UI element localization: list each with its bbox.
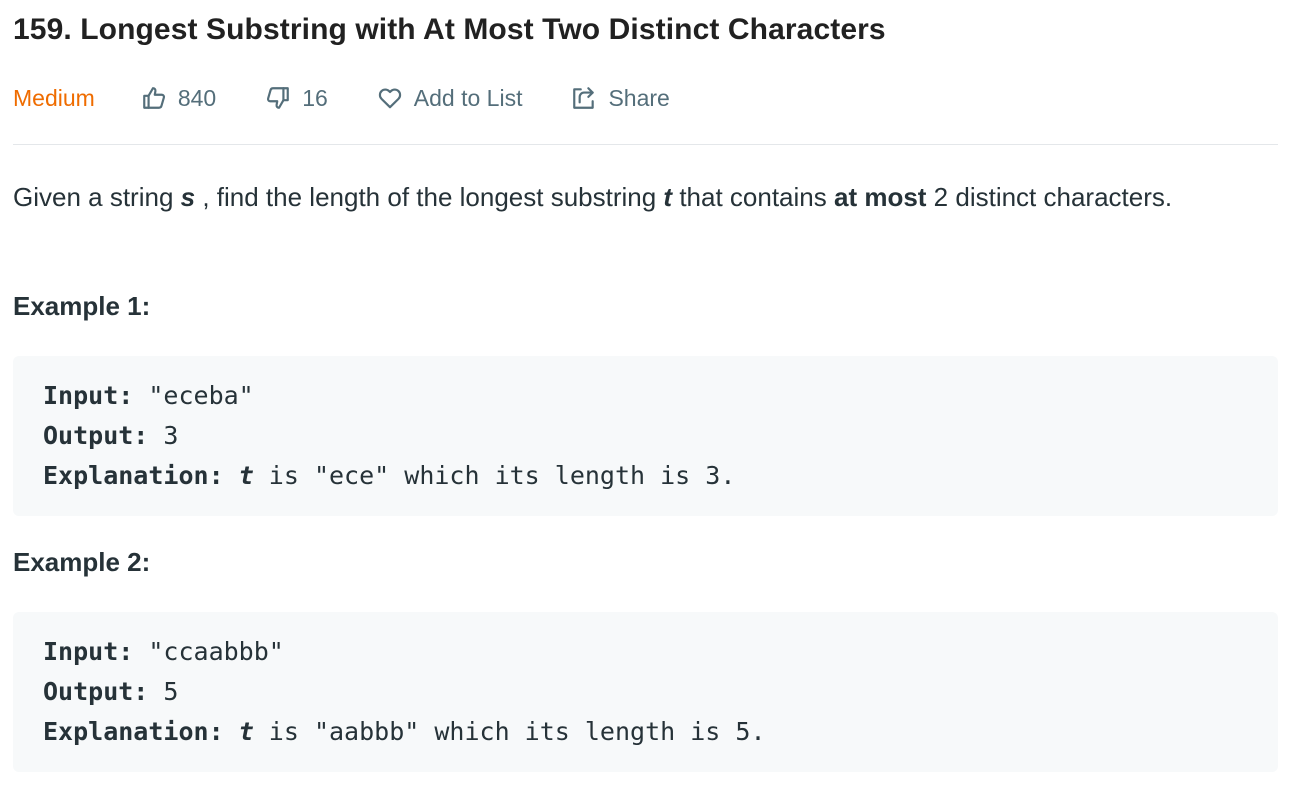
example-2-heading: Example 2: bbox=[13, 547, 151, 577]
problem-meta-bar: Medium 840 16 Add to List Share bbox=[13, 80, 718, 116]
explanation-text: is "ece" which its length is 3. bbox=[253, 461, 736, 490]
problem-description: Given a string s , find the length of th… bbox=[13, 176, 1243, 218]
thumbs-down-icon bbox=[264, 84, 292, 112]
example-2-code-block: Input: "ccaabbb" Output: 5 Explanation: t … bbox=[13, 612, 1278, 772]
variable-s: s bbox=[180, 182, 196, 212]
input-value: "ccaabbb" bbox=[133, 637, 284, 666]
dislike-count: 16 bbox=[302, 84, 328, 111]
example-1-input-line: Input: "eceba" bbox=[43, 376, 1248, 416]
example-1-explanation-line: Explanation: t is "ece" which its length… bbox=[43, 456, 1248, 496]
difficulty-label: Medium bbox=[13, 84, 95, 111]
example-1-output-line: Output: 3 bbox=[43, 416, 1248, 456]
output-label: Output: bbox=[43, 677, 149, 706]
thumbs-up-icon bbox=[140, 84, 168, 112]
like-button[interactable]: 840 bbox=[140, 84, 216, 112]
output-label: Output: bbox=[43, 421, 149, 450]
example-2-explanation-line: Explanation: t is "aabbb" which its leng… bbox=[43, 712, 1248, 752]
example-2-output-line: Output: 5 bbox=[43, 672, 1248, 712]
problem-title: 159. Longest Substring with At Most Two … bbox=[13, 13, 886, 46]
input-label: Input: bbox=[43, 381, 134, 410]
explanation-variable: t bbox=[238, 717, 254, 746]
share-button[interactable]: Share bbox=[570, 84, 670, 112]
example-2-input-line: Input: "ccaabbb" bbox=[43, 632, 1248, 672]
add-to-list-label: Add to List bbox=[413, 84, 523, 111]
explanation-text: is "aabbb" which its length is 5. bbox=[253, 717, 766, 746]
example-1-heading: Example 1: bbox=[13, 291, 151, 321]
share-label: Share bbox=[608, 84, 670, 111]
output-value: 5 bbox=[148, 677, 179, 706]
description-text: 2 distinct characters. bbox=[926, 182, 1173, 212]
emphasis-at-most: at most bbox=[833, 182, 927, 212]
dislike-button[interactable]: 16 bbox=[264, 84, 328, 112]
input-value: "eceba" bbox=[133, 381, 254, 410]
variable-t: t bbox=[663, 182, 673, 212]
example-1-code-block: Input: "eceba" Output: 3 Explanation: t is… bbox=[13, 356, 1278, 516]
input-label: Input: bbox=[43, 637, 134, 666]
share-icon bbox=[570, 84, 598, 112]
explanation-label: Explanation: bbox=[43, 461, 224, 490]
add-to-list-button[interactable]: Add to List bbox=[376, 84, 523, 112]
heart-icon bbox=[376, 84, 404, 112]
description-text: Given a string bbox=[13, 182, 181, 212]
explanation-variable: t bbox=[238, 461, 254, 490]
output-value: 3 bbox=[148, 421, 179, 450]
description-text: , find the length of the longest substri… bbox=[195, 182, 664, 212]
explanation-label: Explanation: bbox=[43, 717, 224, 746]
description-text: that contains bbox=[672, 182, 834, 212]
like-count: 840 bbox=[177, 84, 217, 111]
header-divider bbox=[13, 144, 1278, 145]
